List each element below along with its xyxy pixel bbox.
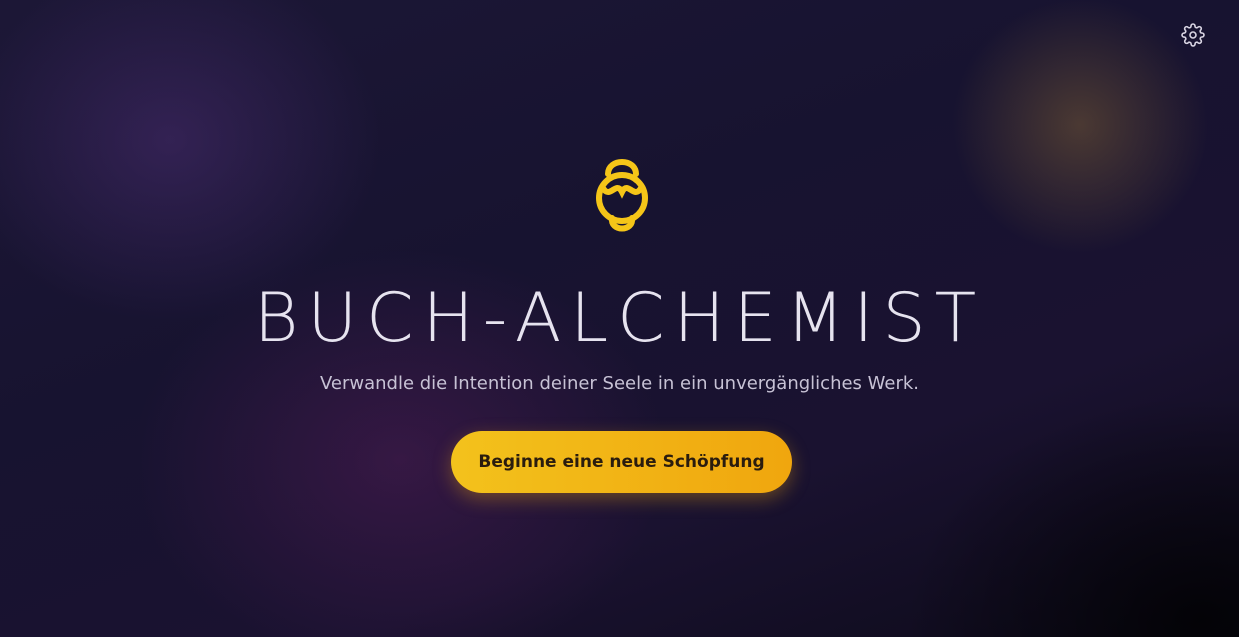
page-subtitle: Verwandle die Intention deiner Seele in … [319, 373, 920, 394]
gear-icon [1181, 23, 1205, 51]
settings-button[interactable] [1180, 23, 1206, 51]
alchemy-knot-icon [590, 152, 654, 240]
page-title: BUCH-ALCHEMIST [253, 279, 986, 358]
new-creation-button[interactable]: Beginne eine neue Schöpfung [451, 431, 792, 493]
